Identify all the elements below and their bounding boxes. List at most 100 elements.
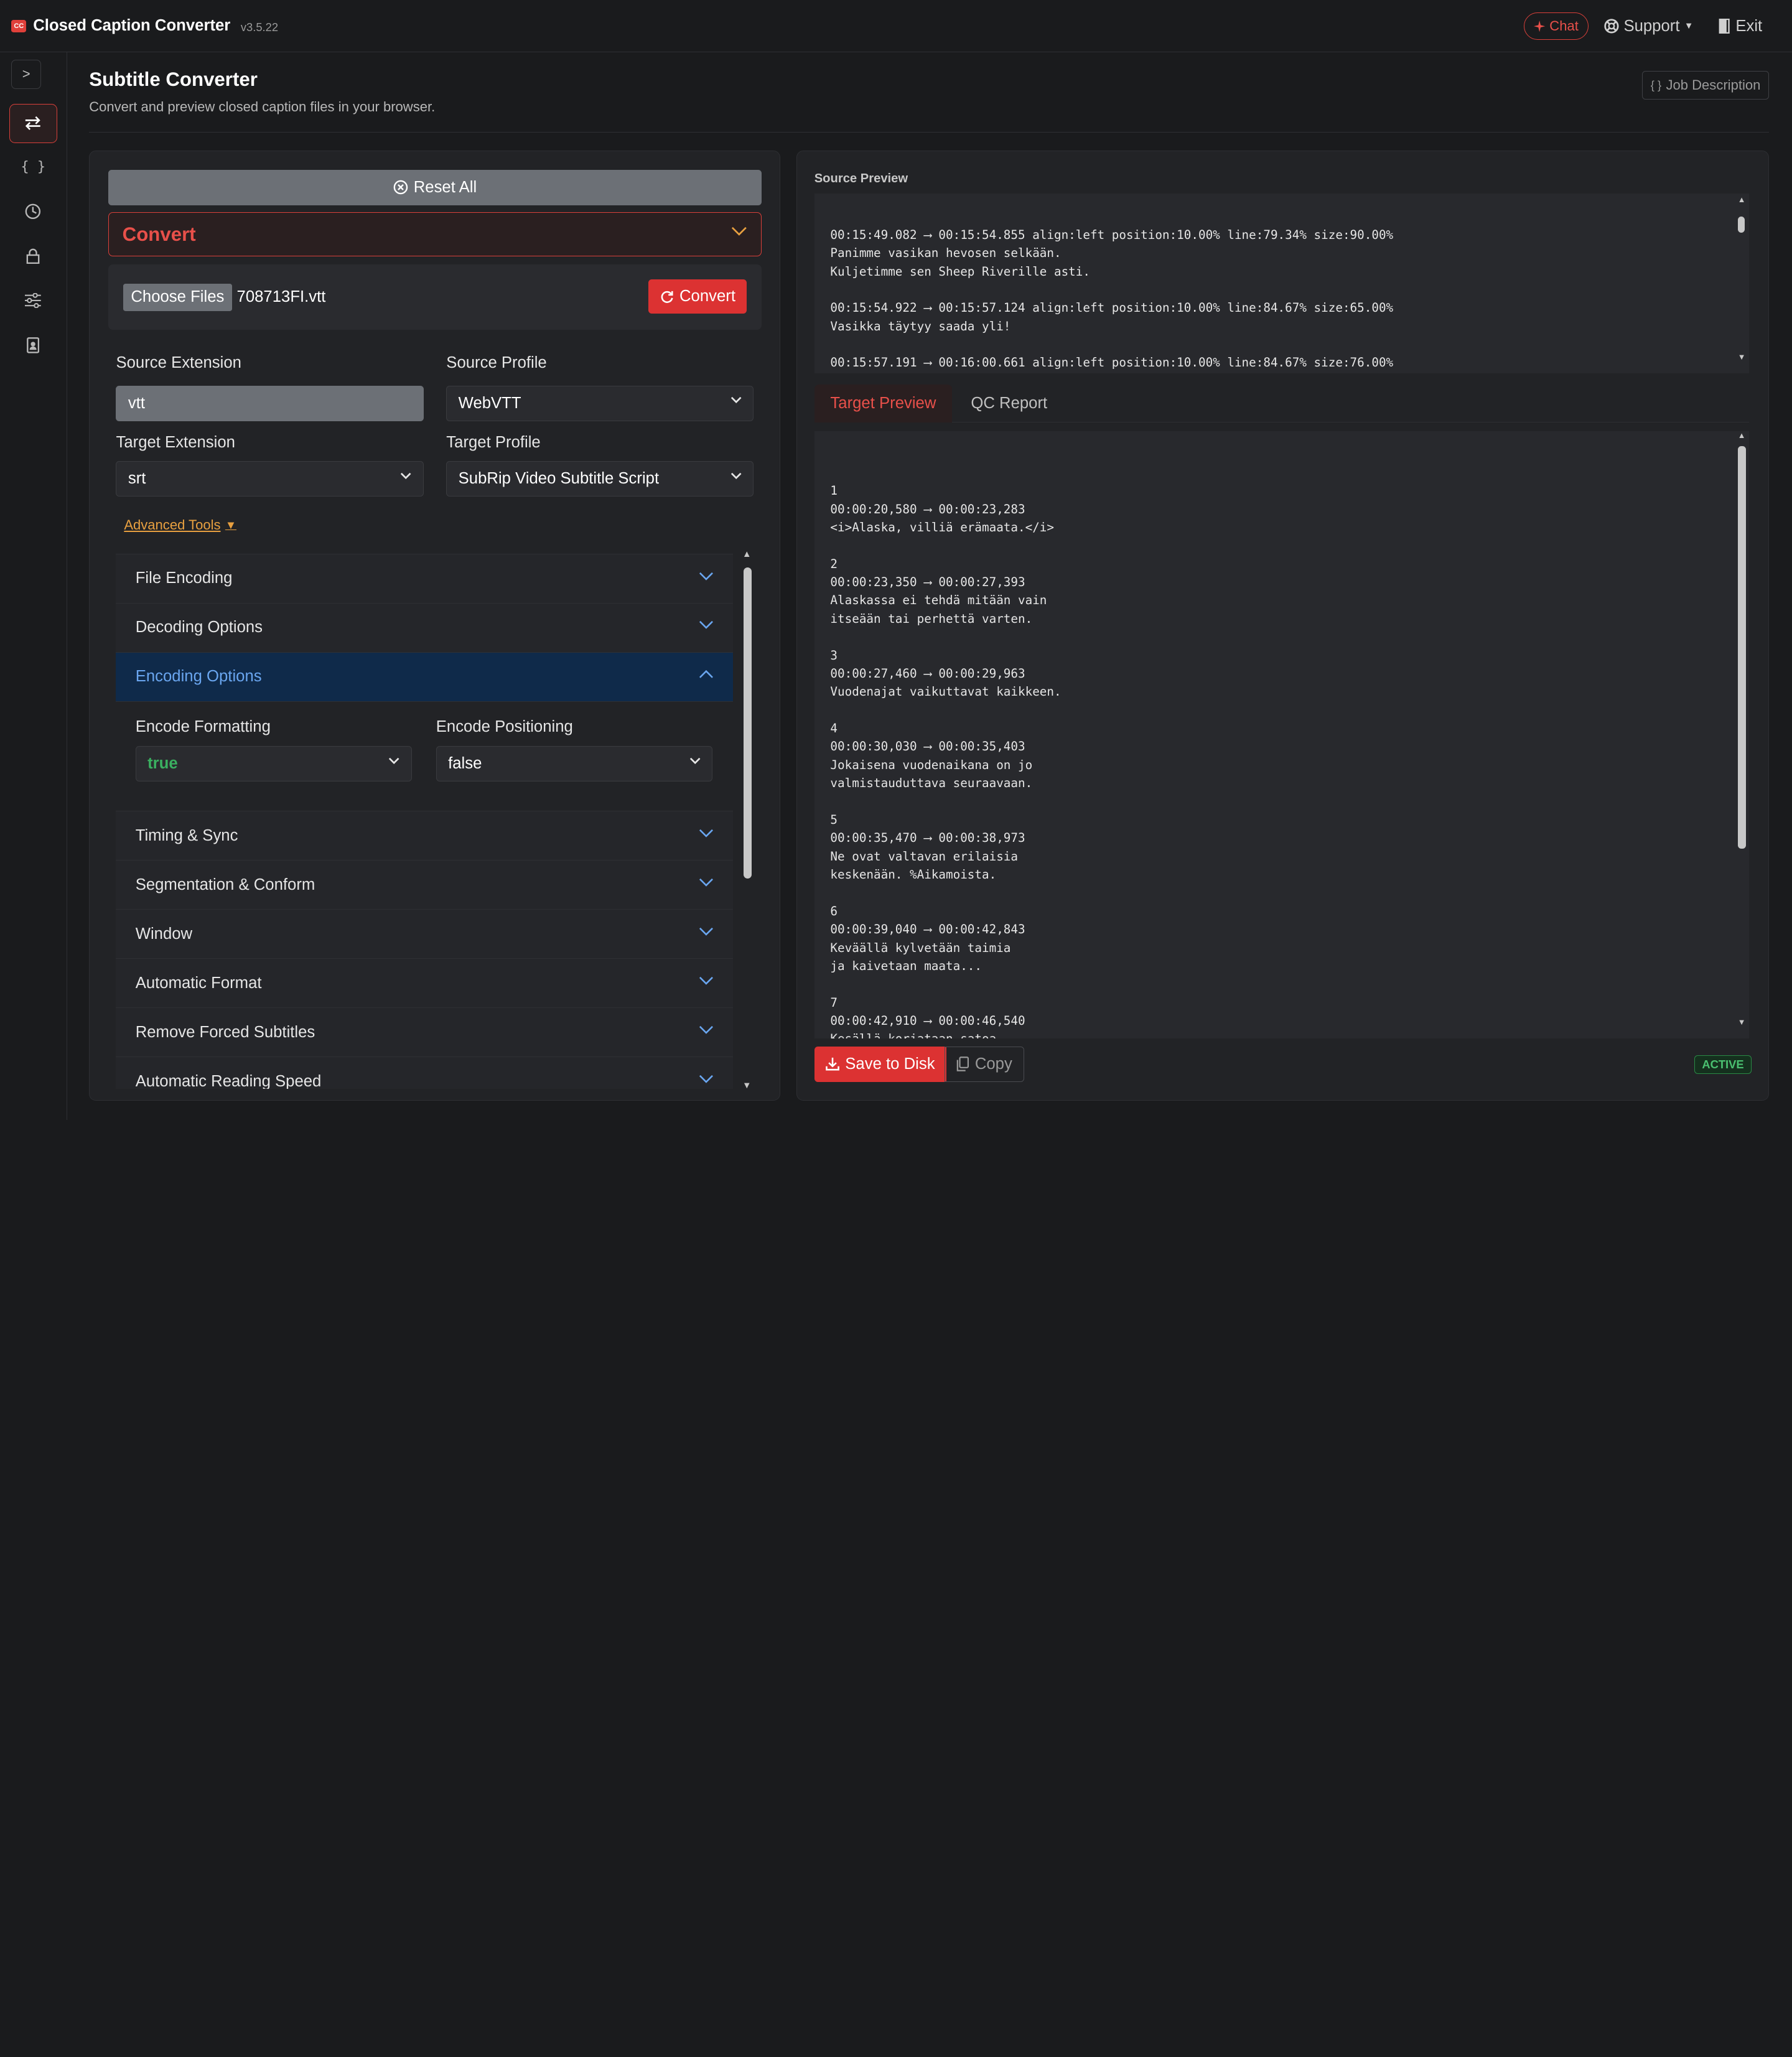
accordion-title: Decoding Options <box>135 618 263 637</box>
copy-button[interactable]: Copy <box>945 1046 1025 1082</box>
accordion-file-encoding[interactable]: File Encoding <box>116 554 734 604</box>
target-preview-line: Vuodenajat vaikuttavat kaikkeen. <box>830 684 1062 699</box>
accordion-scrollbar[interactable]: ▲ ▼ <box>742 549 752 1091</box>
preview-panel: Source Preview 00:15:49.082 ⟶ 00:15:54.8… <box>796 151 1770 1101</box>
encode-positioning-select[interactable]: false <box>436 746 713 782</box>
encode-formatting-select[interactable]: true <box>135 746 413 782</box>
target-preview-line: 1 <box>830 483 838 498</box>
encoding-options-body: Encode Formatting true Encode Positionin… <box>116 701 734 812</box>
target-preview-line <box>830 975 1715 993</box>
save-to-disk-button[interactable]: Save to Disk <box>814 1046 946 1082</box>
accordion-title: Window <box>135 925 193 943</box>
accordion-encoding-options[interactable]: Encoding Options <box>116 652 734 702</box>
target-preview-line <box>830 536 1715 554</box>
sidebar-item-history[interactable] <box>9 192 57 231</box>
target-preview-line: 6 <box>830 903 838 918</box>
selected-file-name: 708713FI.vtt <box>236 288 326 306</box>
target-preview-line: itseään tai perhettä varten. <box>830 611 1033 626</box>
accordion-scroll-thumb[interactable] <box>743 567 752 879</box>
advanced-tools-accordion: File Encoding Decoding Options Encoding … <box>116 553 734 1089</box>
source-preview-line <box>830 335 1715 353</box>
advanced-tools-toggle[interactable]: Advanced Tools ▼ <box>124 517 236 533</box>
choose-files-button[interactable]: Choose Files <box>123 283 233 311</box>
source-preview-line: 00:15:57.191 ⟶ 00:16:00.661 align:left p… <box>830 355 1394 370</box>
chevron-right-icon: > <box>22 66 30 82</box>
target-preview-line <box>830 884 1715 902</box>
encode-positioning-value: false <box>448 755 482 773</box>
chat-label: Chat <box>1549 18 1579 34</box>
source-preview-scrollbar[interactable]: ▲ ▼ <box>1737 195 1746 369</box>
scroll-up-icon[interactable]: ▲ <box>742 549 752 559</box>
source-preview-line: Panimme vasikan hevosen selkään. <box>830 246 1062 261</box>
source-preview-line: Kuljetimme sen Sheep Riverille asti. <box>830 264 1090 279</box>
target-scroll-thumb[interactable] <box>1737 446 1746 849</box>
accordion-title: Remove Forced Subtitles <box>135 1023 315 1041</box>
sidebar-item-profile[interactable] <box>9 325 57 364</box>
scroll-down-icon[interactable]: ▼ <box>1738 1017 1746 1027</box>
converter-panel: Reset All Convert Choose Files 708713FI.… <box>89 151 781 1101</box>
scroll-up-icon[interactable]: ▲ <box>1738 431 1746 440</box>
sidebar-item-convert[interactable] <box>9 104 57 143</box>
sidebar-item-json[interactable]: { } <box>9 147 57 186</box>
target-preview-line: <i>Alaska, villiä erämaata.</i> <box>830 520 1054 534</box>
reset-all-label: Reset All <box>413 178 477 196</box>
source-profile-select[interactable]: WebVTT <box>446 385 754 421</box>
target-preview-line: 00:00:27,460 ⟶ 00:00:29,963 <box>830 666 1025 681</box>
target-preview-line: Kesällä korjataan satoa... <box>830 1030 1715 1038</box>
chevron-down-icon <box>389 757 399 765</box>
target-preview-line: Jokaisena vuodenaikana on jo <box>830 757 1033 772</box>
target-preview-line: keskenään. %Aikamoista. <box>830 867 997 882</box>
job-description-label: Job Description <box>1666 77 1761 93</box>
target-preview-line: 7 <box>830 995 838 1010</box>
job-description-button[interactable]: { } Job Description <box>1641 70 1770 100</box>
target-extension-label: Target Extension <box>116 434 235 452</box>
exit-label: Exit <box>1735 17 1763 35</box>
target-extension-select[interactable]: srt <box>116 461 424 497</box>
encode-positioning-label: Encode Positioning <box>436 717 573 735</box>
accordion-title: Timing & Sync <box>135 826 238 844</box>
tab-target-preview[interactable]: Target Preview <box>814 385 953 422</box>
accordion-remove-forced-subtitles[interactable]: Remove Forced Subtitles <box>116 1008 734 1058</box>
target-profile-select[interactable]: SubRip Video Subtitle Script <box>446 461 754 497</box>
app-version: v3.5.22 <box>240 20 279 34</box>
scroll-down-icon[interactable]: ▼ <box>742 1081 752 1091</box>
source-scroll-thumb[interactable] <box>1737 217 1745 233</box>
accordion-decoding-options[interactable]: Decoding Options <box>116 603 734 653</box>
sidebar-item-settings[interactable] <box>9 281 57 320</box>
accordion-window[interactable]: Window <box>116 910 734 959</box>
scroll-down-icon[interactable]: ▼ <box>1738 352 1746 361</box>
source-preview-textarea[interactable]: 00:15:49.082 ⟶ 00:15:54.855 align:left p… <box>814 194 1750 373</box>
sliders-icon <box>25 293 42 308</box>
tab-qc-report[interactable]: QC Report <box>955 385 1063 422</box>
chat-button[interactable]: Chat <box>1523 12 1589 40</box>
convert-button[interactable]: Convert <box>648 279 747 314</box>
source-preview-line: 00:15:54.922 ⟶ 00:15:57.124 align:left p… <box>830 301 1394 315</box>
source-preview-line: 00:15:49.082 ⟶ 00:15:54.855 align:left p… <box>830 227 1394 242</box>
target-preview-line: 00:00:42,910 ⟶ 00:00:46,540 <box>830 1014 1025 1028</box>
convert-section-header[interactable]: Convert <box>108 212 762 257</box>
accordion-title: Automatic Format <box>135 974 262 992</box>
reset-all-button[interactable]: Reset All <box>108 169 762 205</box>
source-extension-label: Source Extension <box>116 353 241 371</box>
target-preview-scrollbar[interactable]: ▲ ▼ <box>1737 431 1746 1033</box>
sidebar-toggle-button[interactable]: > <box>11 59 42 90</box>
target-preview-textarea[interactable]: 1 00:00:20,580 ⟶ 00:00:23,283 <i>Alaska, v… <box>814 431 1750 1038</box>
page-title: Subtitle Converter <box>89 68 258 91</box>
chevron-down-icon <box>699 829 714 837</box>
source-profile-label: Source Profile <box>446 353 547 371</box>
caret-down-icon: ▼ <box>225 518 237 532</box>
accordion-timing-sync[interactable]: Timing & Sync <box>116 811 734 861</box>
support-menu[interactable]: Support ▼ <box>1604 17 1693 35</box>
source-preview-line: Raahasimme sen taas joen yli. <box>830 372 1715 373</box>
lock-icon <box>26 248 40 264</box>
encode-formatting-label: Encode Formatting <box>135 717 271 735</box>
target-extension-value: srt <box>128 470 146 488</box>
sidebar-item-security[interactable] <box>9 236 57 275</box>
exit-button[interactable]: Exit <box>1719 17 1762 35</box>
accordion-automatic-reading-speed[interactable]: Automatic Reading Speed <box>116 1057 734 1089</box>
scroll-up-icon[interactable]: ▲ <box>1738 195 1746 204</box>
accordion-automatic-format[interactable]: Automatic Format <box>116 959 734 1009</box>
accordion-segmentation-conform[interactable]: Segmentation & Conform <box>116 861 734 910</box>
clock-icon <box>26 203 41 219</box>
advanced-tools-label: Advanced Tools <box>124 517 221 533</box>
